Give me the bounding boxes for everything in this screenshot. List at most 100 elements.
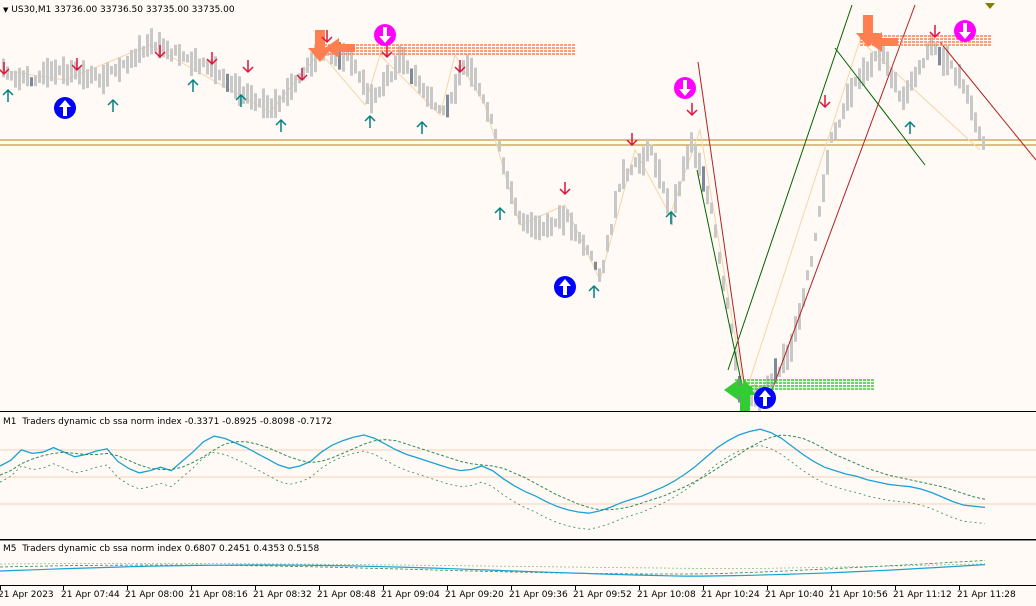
price-bar [550,217,553,237]
price-bar [170,48,173,62]
price-bar [614,191,617,219]
price-bar [910,71,913,91]
time-label: 21 Apr 08:00 [125,590,184,600]
indicator2-name: Traders dynamic cb ssa norm index [22,544,182,554]
price-bar [862,57,865,86]
price-bar [618,183,621,193]
chart-shift-marker-icon [985,3,995,9]
price-bar [366,83,369,105]
price-bar [78,67,81,85]
price-bar [378,86,381,98]
indicator1-band-line [0,444,986,530]
price-bar [354,59,357,74]
price-bar [542,221,545,237]
price-bar [650,144,653,156]
price-bar [190,51,193,76]
price-chart-canvas[interactable] [0,0,1036,411]
price-bar [286,78,289,106]
price-bar [150,28,153,55]
price-bar [198,58,201,75]
price-bar [654,152,657,178]
price-bar [810,255,813,267]
price-bar [918,60,921,75]
price-bar [374,87,377,103]
price-bar [686,145,689,170]
indicator1-canvas[interactable] [0,412,1036,539]
price-chart-pane[interactable]: ▼ US30,M1 33736.00 33736.50 33735.00 337… [0,0,1036,411]
ohlc-values: 33736.00 33736.50 33735.00 33735.00 [54,5,235,15]
price-bar [866,61,869,81]
time-label: 21 Apr 10:56 [829,590,888,600]
price-bar [62,56,65,84]
price-bar [510,181,513,204]
price-bar [442,105,445,116]
price-bar [218,69,221,81]
price-bar [346,51,349,61]
collapse-icon[interactable]: ▼ [3,6,8,14]
price-bar [590,250,593,261]
time-label: 21 Apr 08:16 [189,590,248,600]
price-bar [926,43,929,61]
price-bar [526,214,529,234]
price-bar [538,215,541,241]
price-bar [534,215,537,240]
price-bar [358,71,361,83]
price-bar [478,82,481,97]
price-bar [474,67,477,91]
price-bar [426,86,429,107]
price-bar [94,67,97,81]
time-label: 21 Apr 10:24 [701,590,760,600]
price-bar [606,234,609,252]
price-bar [6,66,9,80]
price-bar [710,202,713,214]
price-bar [278,95,281,112]
price-bar [130,49,133,68]
price-bar [898,90,901,102]
price-bar [186,54,189,63]
time-label: 21 Apr 07:44 [61,590,120,600]
price-bar [646,138,649,162]
price-bar [630,164,633,176]
price-bar [10,70,13,81]
price-bar [182,51,185,62]
price-bar [822,174,825,202]
price-bar [954,67,957,86]
price-bar [522,213,525,232]
price-bar [962,79,965,94]
indicator2-values: 0.6807 0.2451 0.4353 0.5158 [184,544,320,554]
trend-line-red [771,4,916,391]
price-bar [274,88,277,118]
price-bar [222,68,225,88]
price-bar [106,62,109,87]
price-bar [582,234,585,256]
price-bar [978,126,981,140]
price-bar [110,66,113,75]
price-bar [290,73,293,100]
price-bar [246,83,249,104]
indicator2-pane[interactable]: M5 Traders dynamic cb ssa norm index 0.6… [0,541,1036,585]
price-bar [90,65,93,84]
price-bar [202,57,205,68]
price-bar [154,41,157,52]
price-bar [470,57,473,87]
price-bar [842,103,845,120]
price-bar [450,91,453,104]
price-bar [658,159,661,189]
time-label: 21 Apr 08:32 [253,590,312,600]
indicator1-timeframe: M1 [3,417,17,427]
indicator2-timeframe: M5 [3,544,17,554]
symbol-label: US30,M1 [11,5,52,15]
price-bar [914,66,917,88]
price-bar [502,157,505,175]
time-label: 21 Apr 09:36 [509,590,568,600]
price-bar [966,85,969,104]
price-bar [294,75,297,93]
price-bar [870,52,873,78]
price-bar [530,212,533,238]
price-bar [430,86,433,110]
price-bar [830,132,833,143]
indicator1-signal-line [0,434,986,511]
indicator1-pane[interactable]: M1 Traders dynamic cb ssa norm index -0.… [0,412,1036,539]
price-bar [622,159,625,190]
price-bar [86,69,89,89]
